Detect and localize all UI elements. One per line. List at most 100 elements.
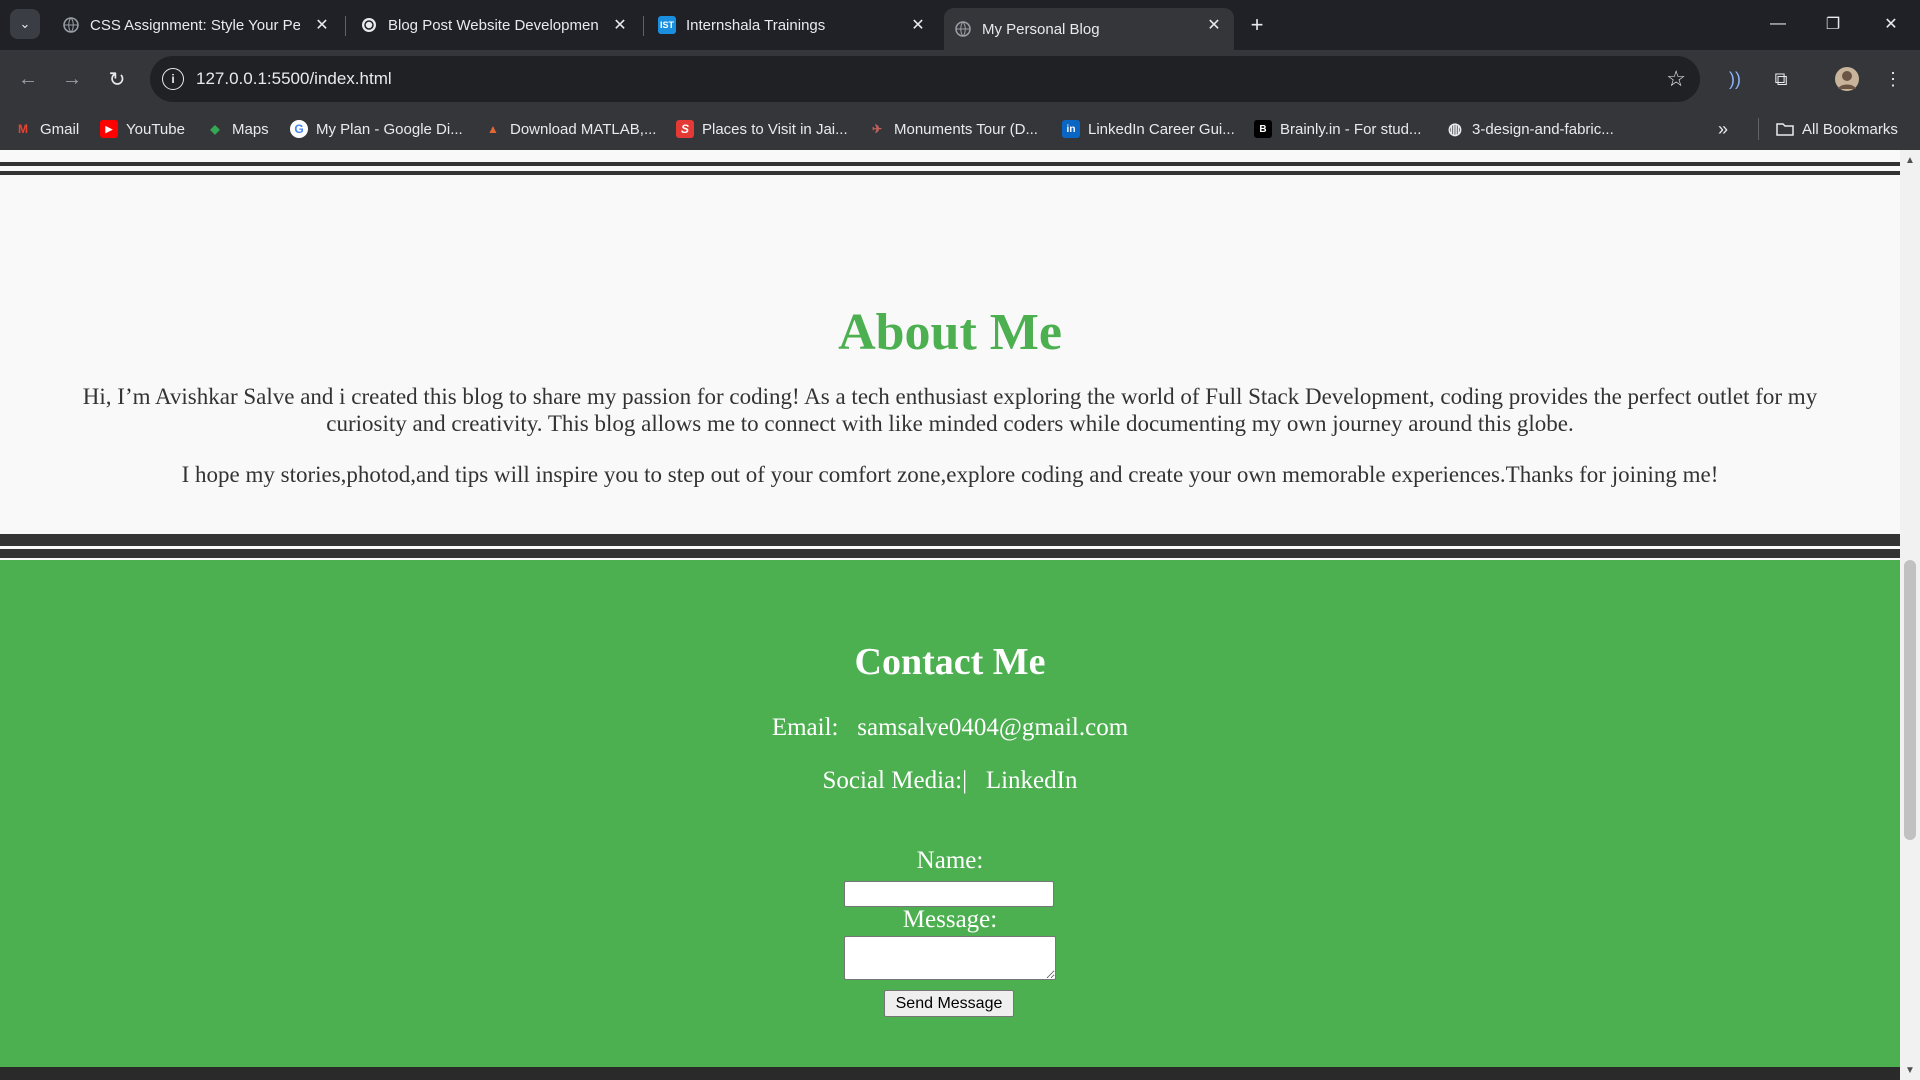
email-line: Email: samsalve0404@gmail.com <box>0 713 1900 743</box>
bookmark-linkedin[interactable]: in LinkedIn Career Gui... <box>1062 118 1235 140</box>
reload-icon: ↻ <box>108 68 126 91</box>
message-label: Message: <box>902 906 998 933</box>
gmail-icon: M <box>18 122 28 136</box>
ist-icon-text: IST <box>659 20 674 30</box>
close-icon[interactable]: ✕ <box>908 15 928 35</box>
about-paragraph-2: I hope my stories,photod,and tips will i… <box>181 462 1719 487</box>
scroll-down-icon[interactable]: ▼ <box>1900 1062 1920 1078</box>
email-link[interactable]: samsalve0404@gmail.com <box>857 714 1128 741</box>
bookmark-maps[interactable]: ◆ Maps <box>206 118 269 140</box>
arrow-right-icon: → <box>62 67 82 90</box>
tab-blog-post[interactable]: Blog Post Website Developmen ✕ <box>350 8 640 42</box>
reload-button[interactable]: ↻ <box>101 63 133 95</box>
close-window-button[interactable]: ✕ <box>1868 8 1914 40</box>
close-icon[interactable]: ✕ <box>1204 15 1224 35</box>
more-bookmarks-button[interactable]: » <box>1718 118 1728 140</box>
about-heading: About Me <box>838 304 1062 361</box>
extensions-icon[interactable]: ⧉ <box>1766 64 1796 94</box>
linkedin-link[interactable]: LinkedIn <box>986 767 1078 794</box>
bookmark-monuments[interactable]: ✈ Monuments Tour (D... <box>868 118 1038 140</box>
new-tab-button[interactable]: + <box>1244 12 1270 38</box>
google-icon: G <box>290 120 308 138</box>
email-label: Email: <box>771 714 839 741</box>
close-icon[interactable]: ✕ <box>312 15 332 35</box>
contact-section: Contact Me Email: samsalve0404@gmail.com… <box>0 560 1900 1067</box>
bookmark-label: LinkedIn Career Gui... <box>1088 120 1235 138</box>
all-bookmarks-label: All Bookmarks <box>1802 120 1898 138</box>
bookmark-label: Maps <box>232 120 269 138</box>
bookmark-brainly[interactable]: B Brainly.in - For stud... <box>1254 118 1421 140</box>
bookmark-label: YouTube <box>126 120 185 138</box>
send-message-button[interactable]: Send Message <box>884 990 1014 1017</box>
scroll-up-icon[interactable]: ▲ <box>1900 152 1920 168</box>
footer-divider <box>0 1067 1900 1080</box>
menu-icon[interactable]: ⋮ <box>1878 64 1908 94</box>
tab-strip: ⌄ CSS Assignment: Style Your Pers ✕ Blog… <box>0 0 1920 50</box>
address-bar[interactable]: i 127.0.0.1:5500/index.html ☆ <box>150 56 1700 102</box>
bookmark-places-jaipur[interactable]: S Places to Visit in Jai... <box>676 118 848 140</box>
bookmark-youtube[interactable]: ▶ YouTube <box>100 118 185 140</box>
page-scrollbar[interactable]: ▲ ▼ <box>1900 150 1920 1080</box>
minimize-icon: — <box>1770 15 1786 32</box>
tab-separator <box>643 16 644 36</box>
bookmark-gmail[interactable]: M Gmail <box>14 118 79 140</box>
message-textarea[interactable] <box>844 936 1056 980</box>
star-icon[interactable]: ☆ <box>1666 66 1686 92</box>
globe-icon <box>62 16 80 34</box>
section-divider <box>0 534 1900 546</box>
scrollbar-thumb[interactable] <box>1904 560 1916 840</box>
tab-my-personal-blog[interactable]: My Personal Blog ✕ <box>944 8 1234 50</box>
bookmark-divider <box>1758 118 1759 140</box>
ist-icon: IST <box>658 16 676 34</box>
section-divider <box>0 549 1900 558</box>
page-viewport: About Me Hi, I’m Avishkar Salve and i cr… <box>0 150 1920 1080</box>
tab-title: Blog Post Website Developmen <box>388 16 598 34</box>
tab-internshala[interactable]: IST Internshala Trainings ✕ <box>648 8 938 42</box>
bookmark-label: Gmail <box>40 120 80 138</box>
tab-css-assignment[interactable]: CSS Assignment: Style Your Pers ✕ <box>52 8 342 42</box>
linkedin-icon: in <box>1062 120 1080 138</box>
globe-icon: ◍ <box>1448 121 1462 138</box>
bookmark-label: Download MATLAB,... <box>510 120 657 138</box>
bookmark-label: Brainly.in - For stud... <box>1280 120 1422 138</box>
restore-icon: ❐ <box>1825 16 1841 33</box>
read-aloud-icon[interactable]: )) <box>1720 64 1750 94</box>
globe-icon <box>954 20 972 38</box>
avatar[interactable] <box>1832 64 1862 94</box>
matlab-icon: ▲ <box>487 122 499 136</box>
bookmark-label: Places to Visit in Jai... <box>702 120 848 138</box>
browser-toolbar: ← → ↻ i 127.0.0.1:5500/index.html ☆ )) ⧉… <box>0 50 1920 108</box>
site-info-icon[interactable]: i <box>162 68 184 90</box>
bookmark-label: 3-design-and-fabric... <box>1472 120 1614 138</box>
contact-heading: Contact Me <box>854 641 1046 683</box>
section-divider <box>0 162 1900 166</box>
all-bookmarks-button[interactable]: All Bookmarks <box>1776 118 1898 140</box>
back-button[interactable]: ← <box>12 63 44 95</box>
close-icon: ✕ <box>1884 16 1898 33</box>
tab-search-button[interactable]: ⌄ <box>10 9 40 39</box>
forward-button[interactable]: → <box>56 63 88 95</box>
social-media-label: Social Media:| <box>822 767 968 794</box>
name-input[interactable] <box>844 881 1054 907</box>
social-media-line: Social Media:| LinkedIn <box>0 766 1900 796</box>
restore-button[interactable]: ❐ <box>1810 8 1856 40</box>
minimize-button[interactable]: — <box>1755 8 1801 40</box>
close-icon[interactable]: ✕ <box>610 15 630 35</box>
chatgpt-icon <box>360 16 378 34</box>
folder-icon <box>1776 120 1794 138</box>
bookmarks-bar: M Gmail ▶ YouTube ◆ Maps G My Plan - Goo… <box>0 108 1920 150</box>
maps-icon: ◆ <box>210 122 220 136</box>
name-label: Name: <box>916 847 984 874</box>
double-chevron-icon: » <box>1718 118 1729 139</box>
arrow-left-icon: ← <box>18 67 38 90</box>
url-text[interactable]: 127.0.0.1:5500/index.html <box>196 69 392 89</box>
bookmark-label: My Plan - Google Di... <box>316 120 463 138</box>
youtube-icon: ▶ <box>100 120 118 138</box>
section-divider <box>0 171 1900 175</box>
bookmark-matlab[interactable]: ▲ Download MATLAB,... <box>484 118 656 140</box>
about-paragraph-1: Hi, I’m Avishkar Salve and i created thi… <box>82 384 1818 436</box>
plus-icon: + <box>1250 12 1264 37</box>
bookmark-my-plan[interactable]: G My Plan - Google Di... <box>290 118 463 140</box>
tab-title: Internshala Trainings <box>686 16 826 34</box>
bookmark-3-design[interactable]: ◍ 3-design-and-fabric... <box>1446 118 1614 140</box>
